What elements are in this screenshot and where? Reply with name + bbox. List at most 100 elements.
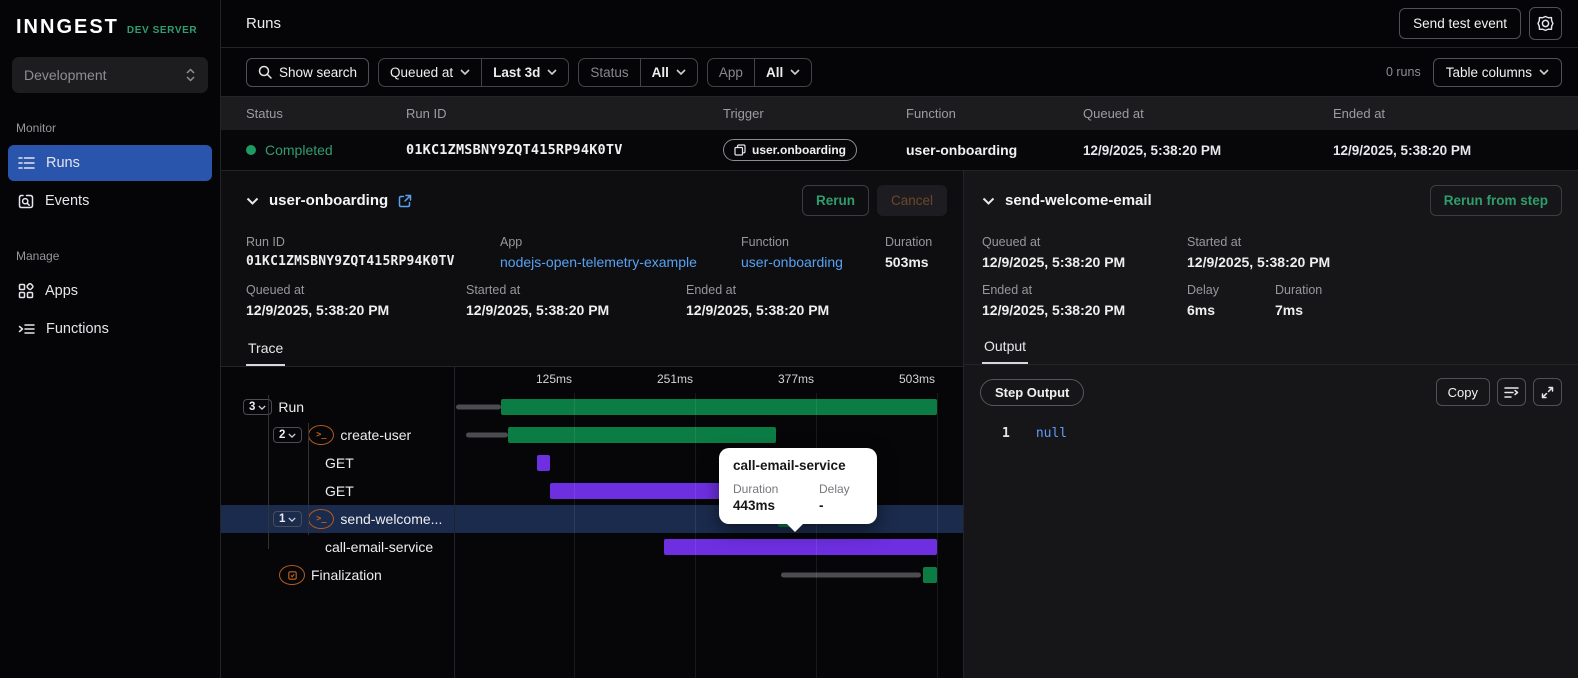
time-field-value: Queued at [390,64,454,80]
column-header-run-id[interactable]: Run ID [406,106,723,121]
trace-row-label: 3 Run [221,393,454,421]
run-id-cell: 01KC1ZMSBNY9ZQT415RP94K0TV [406,142,623,158]
step-delay-value: 6ms [1187,302,1216,318]
trace-row-label: GET [221,449,454,477]
time-filter: Queued at Last 3d [378,57,570,87]
status-filter-dropdown[interactable]: All [639,58,697,86]
page-title: Runs [246,15,282,32]
sidebar-item-label: Runs [46,155,80,171]
trace-span-bar-delay[interactable] [780,572,922,578]
ended-at-value: 12/9/2025, 5:38:20 PM [686,302,830,318]
sidebar-item-apps[interactable]: Apps [8,273,212,309]
settings-button[interactable] [1529,7,1562,40]
copy-button[interactable]: Copy [1435,378,1490,406]
trace-row[interactable]: call-email-service [221,533,963,561]
sidebar-item-functions[interactable]: Functions [8,311,212,347]
time-range-value: Last 3d [493,64,541,80]
trace-span-bar-delay[interactable] [466,432,509,438]
trace-span-bar-success[interactable] [508,427,777,443]
event-icon [734,144,746,156]
function-label: Function [741,235,789,249]
time-range-dropdown[interactable]: Last 3d [481,58,568,86]
step-delay-label: Delay [1187,283,1219,297]
sidebar-item-runs[interactable]: Runs [8,145,212,181]
time-field-dropdown[interactable]: Queued at [379,59,481,86]
trace-expander[interactable]: 2 [273,427,303,443]
column-header-function[interactable]: Function [906,106,1083,121]
trace-span-bar-http[interactable] [664,539,937,555]
app-filter-dropdown[interactable]: All [753,58,811,86]
events-icon [18,194,34,208]
app-filter-label: App [718,64,743,80]
app-window: INNGEST DEV SERVER Development Monitor R… [0,0,1578,678]
rerun-from-step-button[interactable]: Rerun from step [1429,185,1562,216]
chevron-down-icon [790,69,800,75]
rerun-button[interactable]: Rerun [801,185,869,216]
table-columns-label: Table columns [1445,64,1532,80]
column-header-ended-at[interactable]: Ended at [1333,106,1578,121]
app-link[interactable]: nodejs-open-telemetry-example [500,254,741,270]
sidebar-item-label: Events [45,193,90,209]
chevron-down-icon [676,69,686,75]
trace-row[interactable]: 2 >_ create-user [221,421,963,449]
finalization-icon [279,565,305,585]
tab-output[interactable]: Output [982,334,1029,364]
step-detail-panel: send-welcome-email Rerun from step Queue… [963,171,1578,678]
trace-row-label: GET [221,477,454,505]
tooltip-title: call-email-service [733,458,846,473]
tab-trace[interactable]: Trace [246,336,286,366]
trace-span-bar-delay[interactable] [455,404,501,410]
column-header-queued-at[interactable]: Queued at [1083,106,1333,121]
output-value: null [1035,426,1068,441]
sidebar-item-label: Functions [46,321,109,337]
environment-select[interactable]: Development [12,57,208,93]
sidebar-item-events[interactable]: Events [8,183,212,219]
topbar: Runs Send test event [221,0,1578,48]
table-header: Status Run ID Trigger Function Queued at… [221,97,1578,130]
trigger-badge[interactable]: user.onboarding [723,139,858,161]
step-duration-label: Duration [1275,283,1323,297]
status-label: Completed [265,142,333,158]
table-row[interactable]: Completed 01KC1ZMSBNY9ZQT415RP94K0TV use… [221,130,1578,171]
line-number: 1 [1002,426,1010,441]
function-field: Function user-onboarding [741,235,885,270]
chevron-down-icon [258,404,267,410]
expand-icon [1541,386,1554,398]
expand-button[interactable] [1533,378,1562,406]
ended-at-field: Ended at 12/9/2025, 5:38:20 PM [686,283,963,318]
trace-span-bar-http[interactable] [550,483,731,499]
status-filter[interactable]: Status All [578,57,698,87]
table-columns-button[interactable]: Table columns [1432,57,1562,87]
collapse-step-chevron-icon[interactable] [982,197,995,205]
app-filter[interactable]: App All [706,57,813,87]
trace-span-bar-http[interactable] [537,455,551,471]
step-queued-at-value: 12/9/2025, 5:38:20 PM [982,254,1126,270]
column-header-status[interactable]: Status [246,106,406,121]
show-search-button[interactable]: Show search [246,57,370,87]
step-ended-at-label: Ended at [982,283,1033,297]
trace-span-name: GET [325,455,354,471]
send-test-event-button[interactable]: Send test event [1399,8,1521,39]
trace-row[interactable]: 3 Run [221,393,963,421]
duration-label: Duration [885,235,933,249]
trace-span-bar-success[interactable] [922,567,937,583]
step-started-at-value: 12/9/2025, 5:38:20 PM [1187,254,1331,270]
output-toolbar: Step Output Copy [964,365,1578,406]
external-link-icon[interactable] [398,194,412,208]
app-field: App nodejs-open-telemetry-example [500,235,741,270]
trace-bar-lane [454,393,937,421]
column-header-trigger[interactable]: Trigger [723,106,906,121]
collapse-run-chevron-icon[interactable] [246,197,259,205]
trace-row[interactable]: Finalization [221,561,963,589]
manage-section-label: Manage [16,249,60,263]
started-at-value: 12/9/2025, 5:38:20 PM [466,302,610,318]
word-wrap-button[interactable] [1497,378,1526,406]
queued-at-cell: 12/9/2025, 5:38:20 PM [1083,142,1222,158]
trace-span-bar-success[interactable] [500,399,937,415]
trace-span-name: send-welcome... [340,511,443,527]
trace-expander[interactable]: 1 [273,511,303,527]
run-id-label: Run ID [246,235,285,249]
step-started-at-label: Started at [1187,235,1242,249]
function-link[interactable]: user-onboarding [741,254,885,270]
